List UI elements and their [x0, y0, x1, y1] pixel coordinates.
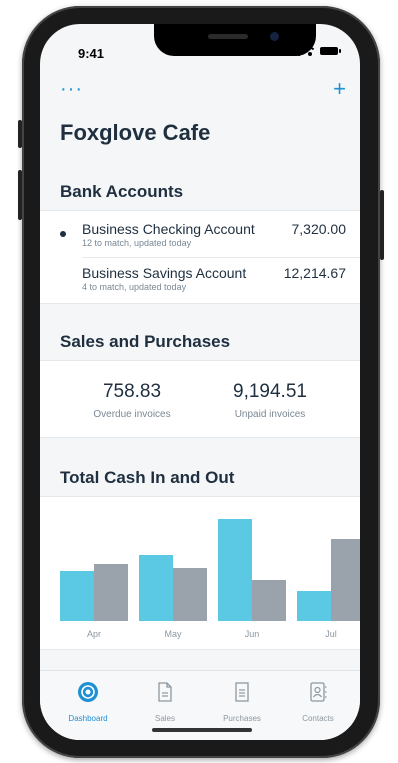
bar-jun-series-1[interactable] — [218, 519, 252, 621]
side-button-left-2 — [18, 170, 22, 220]
tab-label: Purchases — [223, 714, 261, 723]
signal-icon — [289, 46, 300, 56]
account-balance: 7,320.00 — [291, 221, 347, 237]
sales-purchases-title: Sales and Purchases — [60, 332, 231, 351]
account-row-checking[interactable]: Business Checking Account 12 to match, u… — [82, 221, 354, 248]
account-balance: 12,214.67 — [283, 265, 346, 281]
stat-value: 9,194.51 — [233, 381, 307, 402]
battery-icon — [320, 47, 341, 55]
unpaid-invoices-stat[interactable]: 9,194.51 Unpaid invoices — [200, 381, 340, 420]
overdue-invoices-stat[interactable]: 758.83 Overdue invoices — [62, 381, 202, 420]
front-camera — [270, 32, 279, 41]
home-indicator — [152, 728, 252, 732]
wifi-icon — [304, 46, 316, 56]
tab-sales[interactable]: Sales — [135, 681, 195, 723]
sales-document-icon — [158, 682, 172, 702]
account-status: 4 to match, updated today — [82, 282, 187, 292]
status-time: 9:41 — [78, 46, 105, 61]
bar-may-series-1[interactable] — [139, 555, 173, 621]
tab-contacts[interactable]: Contacts — [288, 681, 348, 723]
x-tick-label: Apr — [87, 629, 101, 639]
bar-jul-series-1[interactable] — [297, 591, 331, 621]
contacts-icon — [310, 682, 327, 702]
purchases-document-icon — [235, 682, 249, 702]
tab-label: Contacts — [302, 714, 334, 723]
tab-purchases[interactable]: Purchases — [212, 681, 272, 723]
sales-purchases-card: 758.83 Overdue invoices 9,194.51 Unpaid … — [40, 360, 360, 438]
speaker — [208, 34, 248, 39]
side-button-left — [18, 120, 22, 148]
dashboard-icon — [78, 682, 98, 702]
x-tick-label: Jun — [245, 629, 260, 639]
bar-apr-series-1[interactable] — [60, 571, 94, 621]
stat-label: Overdue invoices — [93, 409, 171, 420]
more-dots-icon[interactable]: ··· — [60, 79, 83, 99]
bar-jul-series-2[interactable] — [331, 539, 360, 621]
cash-bar-chart: Apr May Jun Jul — [60, 519, 360, 639]
x-tick-label: May — [164, 629, 182, 639]
stat-value: 758.83 — [102, 381, 162, 402]
app-screen: 9:41 ··· + Foxglove Cafe Bank Accounts B… — [40, 24, 360, 740]
bank-accounts-title: Bank Accounts — [60, 182, 184, 201]
bank-accounts-card: Business Checking Account 12 to match, u… — [40, 210, 360, 304]
bar-apr-series-2[interactable] — [94, 564, 128, 621]
tab-label: Sales — [154, 714, 175, 723]
plus-icon[interactable]: + — [333, 76, 346, 102]
cash-chart-card: Apr May Jun Jul — [40, 496, 360, 650]
bar-may-series-2[interactable] — [173, 568, 207, 621]
selected-account-dot — [60, 231, 66, 237]
x-tick-label: Jul — [325, 629, 337, 639]
side-button-right — [380, 190, 384, 260]
status-icons — [289, 46, 341, 56]
organisation-title: Foxglove Cafe — [60, 120, 211, 145]
tab-label: Dashboard — [68, 714, 108, 723]
bar-jun-series-2[interactable] — [252, 580, 286, 621]
stat-label: Unpaid invoices — [234, 409, 306, 420]
total-cash-title: Total Cash In and Out — [60, 468, 235, 487]
row-divider — [82, 257, 360, 258]
account-row-savings[interactable]: Business Savings Account 4 to match, upd… — [82, 265, 354, 292]
account-status: 12 to match, updated today — [82, 238, 192, 248]
tab-dashboard[interactable]: Dashboard — [58, 681, 118, 723]
